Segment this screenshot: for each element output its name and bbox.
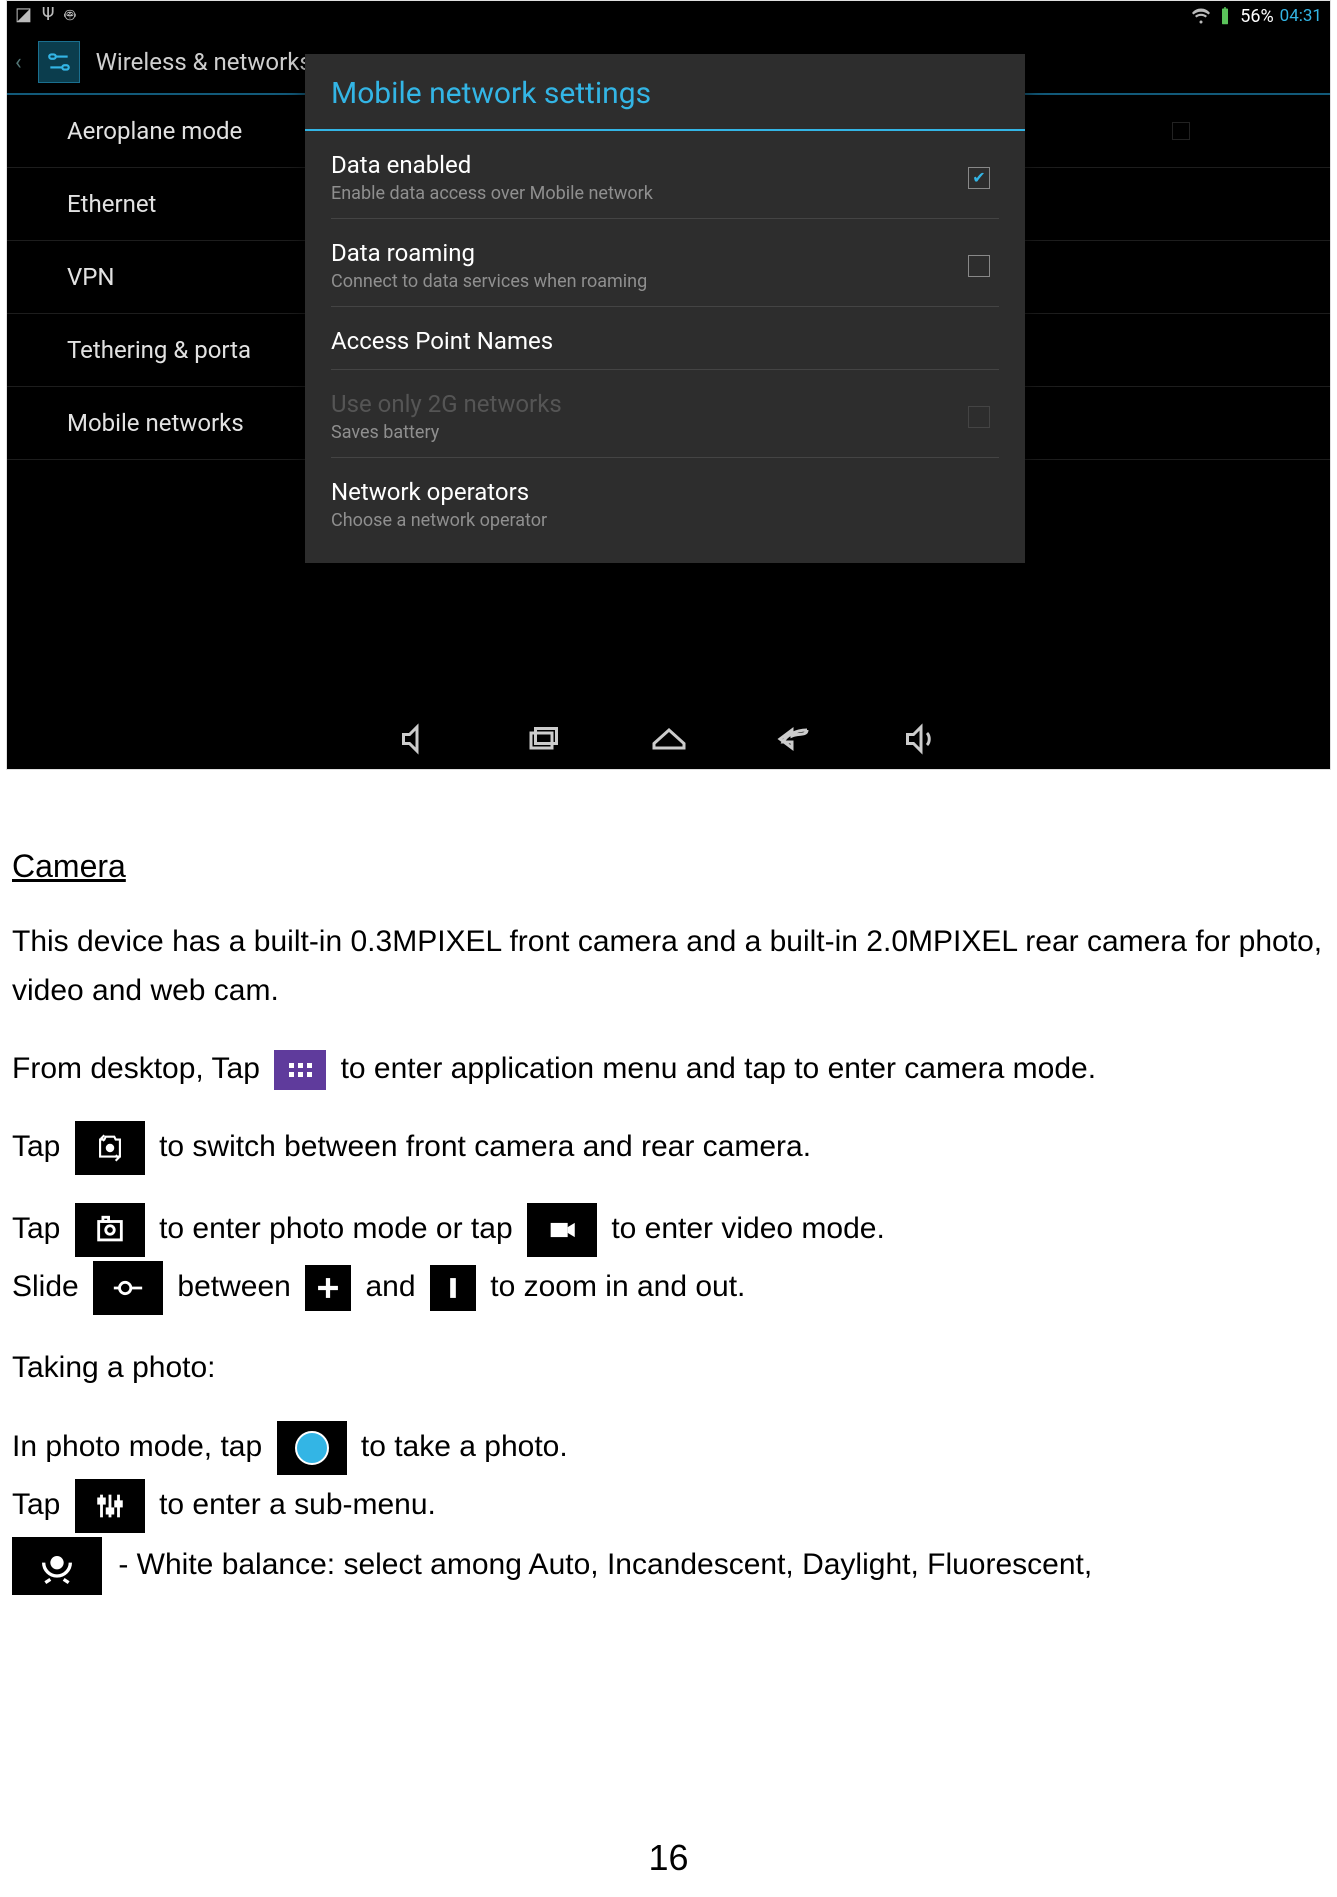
label: VPN	[67, 263, 115, 291]
camera-intro: This device has a built-in 0.3MPIXEL fro…	[12, 917, 1325, 1016]
row-title: Use only 2G networks	[331, 390, 959, 418]
download-icon: ◪	[15, 4, 32, 29]
dialog-row-apn[interactable]: Access Point Names	[331, 307, 999, 370]
apps-grid-icon	[274, 1050, 326, 1090]
section-heading: Camera	[12, 840, 1325, 893]
document-body: Camera This device has a built-in 0.3MPI…	[0, 770, 1337, 1595]
zoom-slider-icon	[93, 1261, 163, 1315]
dialog-row-data-roaming[interactable]: Data roaming Connect to data services wh…	[331, 219, 999, 307]
battery-percent: 56%	[1240, 6, 1273, 27]
instruction-take-photo: In photo mode, tap to take a photo.	[12, 1421, 1325, 1475]
wireless-icon	[38, 41, 80, 83]
checkbox-icon[interactable]	[968, 255, 990, 277]
dialog-row-data-enabled[interactable]: Data enabled Enable data access over Mob…	[331, 131, 999, 219]
instruction-zoom: Slide between and to zoom in and out.	[12, 1261, 1325, 1315]
instruction-sub-menu: Tap to enter a sub-menu.	[12, 1479, 1325, 1533]
row-sub: Connect to data services when roaming	[331, 271, 959, 292]
label: Ethernet	[67, 190, 156, 218]
clock: 04:31	[1280, 6, 1322, 26]
battery-icon	[1216, 7, 1234, 25]
settings-title: Wireless & networks	[96, 48, 312, 76]
label: Aeroplane mode	[67, 117, 242, 145]
usb-icon: Ψ	[42, 4, 54, 29]
photo-mode-icon	[75, 1203, 145, 1257]
dialog-title: Mobile network settings	[305, 54, 1025, 131]
checkbox-icon[interactable]	[968, 167, 990, 189]
minus-icon	[430, 1265, 476, 1311]
dialog-row-2g: Use only 2G networks Saves battery	[331, 370, 999, 458]
back-icon[interactable]	[777, 721, 813, 757]
status-bar: ◪ Ψ 🤖︎ 56% 04:31	[7, 1, 1330, 31]
label: Mobile networks	[67, 409, 244, 437]
row-title: Data enabled	[331, 151, 959, 179]
volume-up-icon[interactable]	[903, 721, 939, 757]
android-icon: 🤖︎	[64, 4, 75, 29]
row-sub: Choose a network operator	[331, 510, 999, 531]
instruction-photo-video: Tap to enter photo mode or tap to enter …	[12, 1203, 1325, 1257]
dialog-row-operators[interactable]: Network operators Choose a network opera…	[331, 458, 999, 545]
checkbox-icon[interactable]	[1172, 122, 1190, 140]
android-navbar	[7, 709, 1330, 769]
row-sub: Enable data access over Mobile network	[331, 183, 959, 204]
page-number: 16	[0, 1837, 1337, 1879]
video-mode-icon	[527, 1203, 597, 1257]
checkbox-icon	[968, 406, 990, 428]
row-title: Access Point Names	[331, 327, 999, 355]
instruction-switch-cam: Tap to switch between front camera and r…	[12, 1121, 1325, 1175]
android-screenshot: ◪ Ψ 🤖︎ 56% 04:31 ‹ Wireless & networks A…	[6, 0, 1331, 770]
home-icon[interactable]	[651, 721, 687, 757]
shutter-icon	[277, 1421, 347, 1475]
switch-camera-icon	[75, 1121, 145, 1175]
mobile-network-dialog: Mobile network settings Data enabled Ena…	[305, 54, 1025, 563]
wifi-icon	[1192, 7, 1210, 25]
instruction-app-menu: From desktop, Tap to enter application m…	[12, 1044, 1325, 1094]
plus-icon	[305, 1265, 351, 1311]
row-title: Network operators	[331, 478, 999, 506]
row-title: Data roaming	[331, 239, 959, 267]
label: Tethering & porta	[67, 336, 251, 364]
sliders-icon	[75, 1479, 145, 1533]
volume-down-icon[interactable]	[399, 721, 435, 757]
instruction-white-balance: - White balance: select among Auto, Inca…	[12, 1537, 1325, 1595]
subheading-taking-photo: Taking a photo:	[12, 1343, 1325, 1393]
white-balance-icon	[12, 1537, 102, 1595]
back-icon[interactable]: ‹	[15, 50, 22, 75]
row-sub: Saves battery	[331, 422, 959, 443]
recent-apps-icon[interactable]	[525, 721, 561, 757]
